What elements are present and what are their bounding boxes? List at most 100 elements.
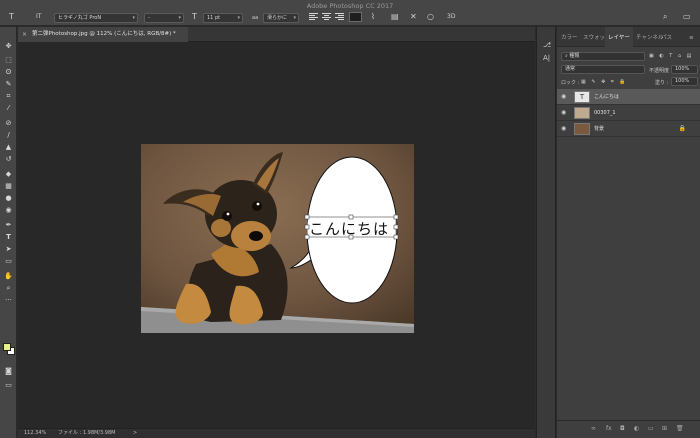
type-tool-icon[interactable]: T: [9, 12, 14, 21]
layer-filter-select[interactable]: ⌕ 種類: [561, 52, 645, 61]
antialias-icon: aa: [252, 15, 259, 21]
align-left-icon[interactable]: [309, 12, 318, 21]
zoom-level[interactable]: 112.34%: [24, 429, 46, 438]
lock-label: ロック :: [561, 80, 580, 86]
blend-mode-select[interactable]: 通常: [561, 65, 645, 74]
healing-tool-icon[interactable]: ⊘: [2, 118, 15, 128]
type-tool-icon[interactable]: T: [2, 232, 15, 242]
tools-panel: ✥ ⬚ ʘ ✎ ⌗ ⁄ ⊘ / ▲ ↺ ◆ ▦ ● ◉ ✒ T ➤ ▭ ✋ ⌕ …: [0, 27, 17, 438]
history-panel-icon[interactable]: ⎇: [543, 41, 551, 49]
gradient-tool-icon[interactable]: ▦: [2, 181, 15, 191]
stamp-tool-icon[interactable]: ▲: [2, 142, 15, 152]
align-center-icon[interactable]: [322, 12, 331, 21]
layers-panel-footer: ∞ fx ◘ ◐ ▭ ⊞ 🗑: [557, 420, 700, 438]
marquee-tool-icon[interactable]: ⬚: [2, 55, 15, 65]
chevron-down-icon: ▾: [132, 15, 135, 21]
font-size-icon: T: [192, 12, 197, 21]
more-tools-icon[interactable]: ···: [2, 295, 15, 305]
layer-filter-icons[interactable]: ▣ ◐ T ⌂ ▤: [649, 53, 693, 59]
eye-icon[interactable]: ◉: [561, 93, 566, 100]
text-orientation-icon[interactable]: IT: [36, 12, 41, 21]
tab-layers[interactable]: レイヤー: [605, 27, 633, 47]
eraser-tool-icon[interactable]: ◆: [2, 169, 15, 179]
antialias-select[interactable]: 滑らかに ▾: [263, 13, 299, 23]
crop-tool-icon[interactable]: ⌗: [2, 91, 15, 101]
canvas-text-layer[interactable]: こんにちは: [309, 220, 389, 238]
history-brush-tool-icon[interactable]: ↺: [2, 154, 15, 164]
hand-tool-icon[interactable]: ✋: [2, 271, 15, 281]
tab-color[interactable]: カラー: [561, 27, 578, 47]
trash-icon[interactable]: 🗑: [676, 425, 684, 432]
eyedropper-tool-icon[interactable]: ⁄: [2, 103, 15, 113]
fx-icon[interactable]: fx: [606, 425, 612, 432]
dodge-tool-icon[interactable]: ◉: [2, 205, 15, 215]
font-style-select[interactable]: - ▾: [144, 13, 184, 23]
zoom-tool-icon[interactable]: ⌕: [2, 283, 15, 293]
mask-icon[interactable]: ◘: [620, 425, 625, 432]
quick-mask-icon[interactable]: ◙: [2, 366, 15, 376]
quick-select-tool-icon[interactable]: ✎: [2, 79, 15, 89]
tab-paths[interactable]: パス: [661, 27, 672, 47]
layer-name: こんにちは: [594, 94, 620, 100]
fill-input[interactable]: 100%: [671, 77, 698, 86]
lasso-tool-icon[interactable]: ʘ: [2, 67, 15, 77]
font-size-value: 11 pt: [207, 15, 221, 21]
font-family-value: ヒラギノ丸ゴ ProN: [58, 15, 102, 21]
close-icon[interactable]: ×: [22, 27, 27, 42]
collapsed-panel-strip: ⎇ A|: [536, 27, 556, 438]
layers-panel: カラー スウォッ レイヤー チャンネル パス ≡ ⌕ 種類 ▣ ◐ T ⌂ ▤ …: [557, 27, 700, 438]
panel-menu-icon[interactable]: ≡: [689, 27, 694, 47]
text-color-swatch[interactable]: [349, 12, 362, 22]
move-tool-icon[interactable]: ✥: [2, 41, 15, 51]
tab-channels[interactable]: チャンネル: [636, 27, 663, 47]
foreground-color-swatch[interactable]: [3, 343, 11, 351]
app-title: Adobe Photoshop CC 2017: [306, 2, 394, 10]
3d-icon[interactable]: 3D: [447, 12, 455, 21]
font-size-select[interactable]: 11 pt ▾: [203, 13, 243, 23]
character-panel-icon[interactable]: ▤: [391, 12, 399, 21]
cancel-icon[interactable]: ✕: [410, 12, 417, 21]
chevron-down-icon: ▾: [237, 15, 240, 21]
layer-name: 00307_1: [594, 110, 616, 116]
warp-text-icon[interactable]: ⌇: [371, 12, 375, 21]
new-layer-icon[interactable]: ⊞: [662, 425, 667, 432]
link-icon[interactable]: ∞: [591, 425, 596, 432]
document-tab[interactable]: × 第二弾Photoshop.jpg @ 112% (こんにちは, RGB/8#…: [18, 27, 188, 42]
path-select-tool-icon[interactable]: ➤: [2, 244, 15, 254]
opacity-label: 不透明度 :: [649, 68, 673, 74]
commit-icon[interactable]: ○: [427, 12, 434, 21]
status-menu-arrow[interactable]: >: [133, 429, 137, 438]
opacity-input[interactable]: 100%: [671, 65, 698, 74]
character-panel-icon[interactable]: A|: [543, 54, 550, 62]
search-icon[interactable]: ⌕: [663, 12, 667, 21]
options-bar: Adobe Photoshop CC 2017 T IT ヒラギノ丸ゴ ProN…: [0, 0, 700, 26]
layer-row-text[interactable]: ◉ T こんにちは: [557, 89, 700, 105]
canvas-area[interactable]: こんにちは: [18, 42, 535, 428]
panel-tabs: カラー スウォッ レイヤー チャンネル パス ≡: [557, 27, 700, 47]
layer-thumbnail: [574, 107, 590, 119]
shape-tool-icon[interactable]: ▭: [2, 256, 15, 266]
tab-swatches[interactable]: スウォッ: [583, 27, 605, 47]
lock-icon: 🔒: [678, 125, 686, 132]
adjustment-icon[interactable]: ◐: [634, 425, 639, 432]
font-family-select[interactable]: ヒラギノ丸ゴ ProN ▾: [54, 13, 138, 23]
layer-row-background[interactable]: ◉ 背景 🔒: [557, 121, 700, 137]
layer-thumbnail: [574, 123, 590, 135]
opacity-value: 100%: [675, 66, 690, 72]
fill-value: 100%: [675, 78, 690, 84]
screen-mode-icon[interactable]: ▭: [2, 380, 15, 390]
workspace-icon[interactable]: ▭: [683, 12, 691, 21]
align-right-icon[interactable]: [335, 12, 344, 21]
pen-tool-icon[interactable]: ✒: [2, 220, 15, 230]
eye-icon[interactable]: ◉: [561, 109, 566, 116]
document-tab-title: 第二弾Photoshop.jpg @ 112% (こんにちは, RGB/8#) …: [32, 31, 176, 37]
layer-row-smart-object[interactable]: ◉ 00307_1: [557, 105, 700, 121]
lock-icons[interactable]: ▦ ✎ ✥ ⌗ 🔒: [581, 79, 628, 85]
blend-mode-value: 通常: [565, 66, 576, 72]
blur-tool-icon[interactable]: ●: [2, 193, 15, 203]
eye-icon[interactable]: ◉: [561, 125, 566, 132]
folder-icon[interactable]: ▭: [648, 425, 654, 432]
text-layer-thumbnail: T: [574, 91, 590, 103]
document-canvas[interactable]: こんにちは: [141, 144, 414, 333]
brush-tool-icon[interactable]: /: [2, 130, 15, 140]
